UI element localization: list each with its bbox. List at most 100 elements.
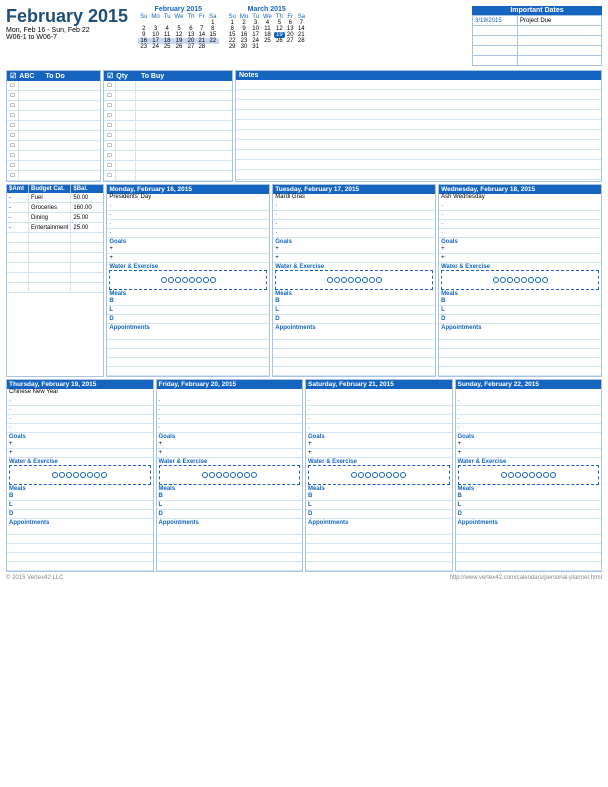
water-circle	[341, 277, 347, 283]
goal-line: +	[7, 440, 153, 449]
water-circle	[507, 277, 513, 283]
notes-line	[236, 170, 601, 180]
meals-label: Meals	[7, 485, 153, 492]
water-circle	[216, 472, 222, 478]
day-tuesday: Tuesday, February 17, 2015 Mardi Gras · …	[272, 184, 436, 377]
checkbox-icon: □	[108, 133, 112, 139]
water-circle	[355, 277, 361, 283]
water-circle	[230, 472, 236, 478]
wednesday-header: Wednesday, February 18, 2015	[439, 185, 601, 194]
lunch-row: L	[439, 306, 601, 315]
water-exercise	[458, 465, 600, 485]
todo-line: □	[7, 81, 100, 91]
notes-title: Notes	[239, 72, 258, 79]
water-label: Water & Exercise	[306, 458, 452, 465]
water-exercise	[275, 270, 433, 290]
imp-row	[473, 46, 602, 56]
budget-cell-bal: 50.00	[71, 193, 103, 202]
water-circle	[327, 277, 333, 283]
day-line: ·	[157, 424, 303, 433]
feb-cal-title: February 2015	[138, 6, 218, 13]
todo-line: □	[7, 91, 100, 101]
day-line: ·	[7, 397, 153, 406]
notes-line	[236, 100, 601, 110]
water-circle	[529, 472, 535, 478]
appt-line	[306, 553, 452, 562]
budget-cell-bal: 25.00	[71, 223, 103, 232]
appt-line	[7, 535, 153, 544]
water-circle	[202, 472, 208, 478]
appt-line	[306, 562, 452, 571]
water-circle	[182, 277, 188, 283]
day-line: ·	[107, 229, 269, 238]
appt-line	[306, 535, 452, 544]
goal-line: +	[306, 449, 452, 458]
header: February 2015 Mon, Feb 16 - Sun, Feb 22 …	[6, 6, 602, 66]
appointments-label: Appointments	[456, 519, 602, 526]
water-circle	[542, 277, 548, 283]
wednesday-dotlines: · · · ·	[439, 202, 601, 238]
goal-line: +	[273, 245, 435, 254]
budget-cell-amt: -	[7, 203, 29, 212]
day-line: ·	[439, 229, 601, 238]
tobuy-line: □	[104, 131, 232, 141]
tobuy-col-label: To Buy	[141, 73, 164, 80]
main-title: February 2015	[6, 6, 128, 27]
water-circle	[237, 472, 243, 478]
water-circle	[73, 472, 79, 478]
todo-line: □	[7, 131, 100, 141]
water-circle	[80, 472, 86, 478]
budget-row	[7, 243, 103, 253]
goal-line: +	[456, 440, 602, 449]
tobuy-line: □	[104, 121, 232, 131]
appt-line	[273, 367, 435, 376]
budget-cell-cat: Groceries	[29, 203, 71, 212]
budget-row	[7, 273, 103, 283]
appt-line	[107, 349, 269, 358]
tobuy-line: □	[104, 151, 232, 161]
friday-holiday	[157, 389, 303, 397]
day-saturday: Saturday, February 21, 2015 · · · · Goal…	[305, 379, 453, 572]
todo-line: □	[7, 111, 100, 121]
appt-line	[456, 562, 602, 571]
checkbox-icon: □	[11, 143, 15, 149]
water-label: Water & Exercise	[456, 458, 602, 465]
budget-col-cat: Budget Cat.	[29, 185, 71, 193]
abc-label: ABC	[19, 73, 34, 80]
checkbox-icon: □	[108, 163, 112, 169]
friday-dotlines: · · · ·	[157, 397, 303, 433]
meals-label: Meals	[157, 485, 303, 492]
goal-line: +	[456, 449, 602, 458]
mar-cal-title: March 2015	[227, 6, 307, 13]
appointments-label: Appointments	[439, 324, 601, 331]
appt-line	[273, 340, 435, 349]
water-circle	[369, 277, 375, 283]
lunch-row: L	[107, 306, 269, 315]
water-circle	[372, 472, 378, 478]
water-circle	[514, 277, 520, 283]
appt-line	[273, 358, 435, 367]
todo-lines: □ □ □ □ □ □ □ □ □ □	[7, 81, 100, 181]
appt-line	[107, 367, 269, 376]
appt-line	[7, 553, 153, 562]
goal-line: +	[107, 245, 269, 254]
water-exercise	[308, 465, 450, 485]
goal-line: +	[273, 254, 435, 263]
dinner-row: D	[7, 510, 153, 519]
water-circle	[365, 472, 371, 478]
footer-url: http://www.vertex42.com/calendars/person…	[450, 575, 602, 581]
day-thursday: Thursday, February 19, 2015 Chinese New …	[6, 379, 154, 572]
water-circle	[400, 472, 406, 478]
tuesday-holiday: Mardi Gras	[273, 194, 435, 202]
water-circle	[393, 472, 399, 478]
water-circle	[52, 472, 58, 478]
day-line: ·	[7, 406, 153, 415]
checkbox-icon: □	[108, 153, 112, 159]
water-circle	[379, 472, 385, 478]
appt-line	[273, 331, 435, 340]
day-line: ·	[273, 202, 435, 211]
water-circle	[223, 472, 229, 478]
dinner-row: D	[273, 315, 435, 324]
day-line: ·	[306, 424, 452, 433]
appt-line	[439, 331, 601, 340]
